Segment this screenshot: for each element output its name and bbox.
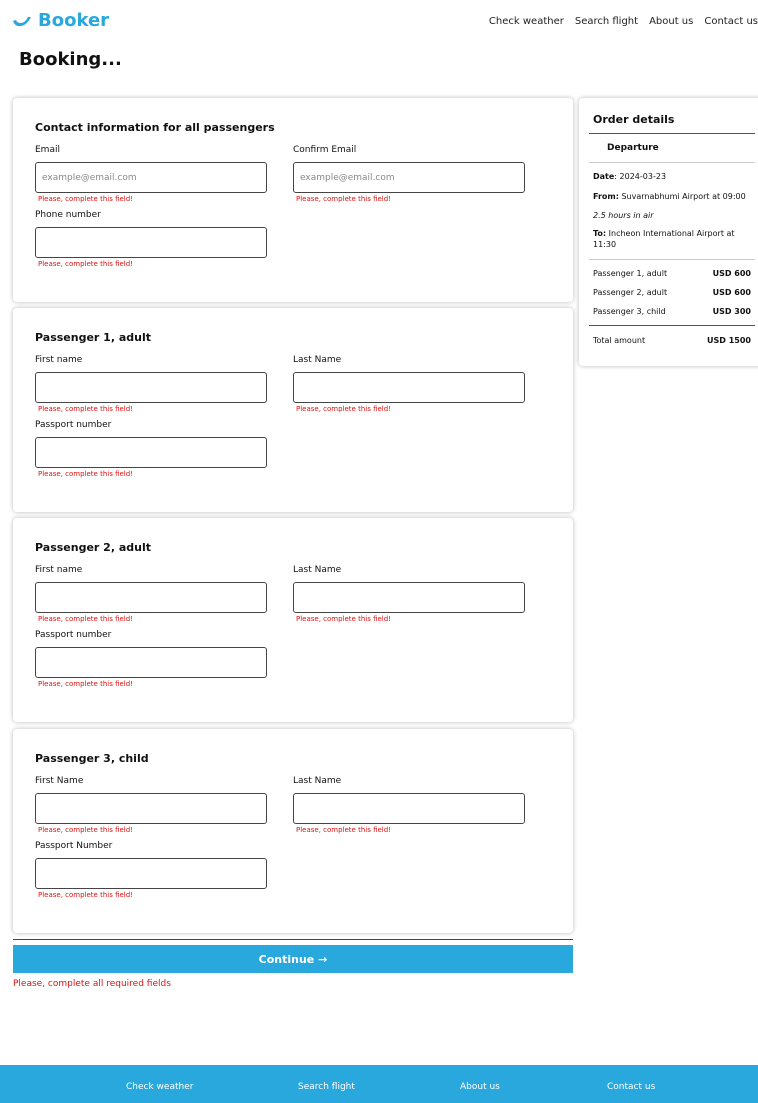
p2-first-name-field[interactable]: [35, 582, 267, 613]
nav-about-us[interactable]: About us: [649, 16, 693, 27]
email-field[interactable]: [35, 162, 267, 193]
from-value: Suvarnabhumi Airport at 09:00: [618, 192, 746, 201]
divider: [589, 162, 755, 163]
divider: [589, 133, 755, 134]
continue-button[interactable]: Continue →: [13, 945, 573, 973]
p1-last-name-error: Please, complete this field!: [296, 405, 391, 413]
footer-contact-us[interactable]: Contact us: [607, 1082, 655, 1092]
p2-first-name-label: First name: [35, 565, 83, 575]
p2-passport-field[interactable]: [35, 647, 267, 678]
p2-passport-error: Please, complete this field!: [38, 680, 133, 688]
p3-first-name-field[interactable]: [35, 793, 267, 824]
p2-last-name-error: Please, complete this field!: [296, 615, 391, 623]
email-label: Email: [35, 145, 60, 155]
footer-about-us[interactable]: About us: [460, 1082, 500, 1092]
price-row: Passenger 3, child USD 300: [593, 307, 751, 316]
total-row: Total amount USD 1500: [593, 336, 751, 345]
p3-passport-label: Passport Number: [35, 841, 113, 851]
phone-error: Please, complete this field!: [38, 260, 133, 268]
passenger-2-card: Passenger 2, adult First name Please, co…: [13, 518, 573, 722]
nav-search-flight[interactable]: Search flight: [575, 16, 638, 27]
p3-last-name-error: Please, complete this field!: [296, 826, 391, 834]
p1-passport-field[interactable]: [35, 437, 267, 468]
departure-from: From: Suvarnabhumi Airport at 09:00: [593, 191, 758, 202]
passenger-3-title: Passenger 3, child: [35, 752, 149, 765]
passenger-1-title: Passenger 1, adult: [35, 331, 151, 344]
top-nav: Check weather Search flight About us Con…: [478, 16, 758, 27]
divider: [13, 939, 573, 940]
nav-check-weather[interactable]: Check weather: [489, 16, 564, 27]
price-row: Passenger 1, adult USD 600: [593, 269, 751, 278]
page-title: Booking...: [19, 49, 122, 70]
divider: [589, 325, 755, 326]
phone-label: Phone number: [35, 210, 101, 220]
p1-first-name-error: Please, complete this field!: [38, 405, 133, 413]
passenger-2-title: Passenger 2, adult: [35, 541, 151, 554]
p1-passport-error: Please, complete this field!: [38, 470, 133, 478]
confirm-email-field[interactable]: [293, 162, 525, 193]
p1-first-name-field[interactable]: [35, 372, 267, 403]
total-amount: USD 1500: [707, 336, 751, 345]
p1-last-name-field[interactable]: [293, 372, 525, 403]
date-label: Date: [593, 172, 615, 181]
passenger-3-card: Passenger 3, child First Name Please, co…: [13, 729, 573, 933]
price-row-amount: USD 600: [712, 288, 751, 297]
email-error: Please, complete this field!: [38, 195, 133, 203]
departure-heading: Departure: [607, 143, 659, 153]
confirm-email-error: Please, complete this field!: [296, 195, 391, 203]
passenger-1-card: Passenger 1, adult First name Please, co…: [13, 308, 573, 512]
nav-contact-us[interactable]: Contact us: [704, 16, 758, 27]
p2-last-name-label: Last Name: [293, 565, 342, 575]
logo-text: Booker: [38, 10, 110, 31]
p3-passport-field[interactable]: [35, 858, 267, 889]
header: Booker Check weather Search flight About…: [0, 0, 758, 44]
divider: [589, 259, 755, 260]
p3-last-name-field[interactable]: [293, 793, 525, 824]
footer: Check weather Search flight About us Con…: [0, 1065, 758, 1103]
p2-first-name-error: Please, complete this field!: [38, 615, 133, 623]
from-label: From:: [593, 192, 619, 201]
price-row-amount: USD 600: [712, 269, 751, 278]
p3-passport-error: Please, complete this field!: [38, 891, 133, 899]
date-value: : 2024-03-23: [614, 172, 667, 181]
phone-field[interactable]: [35, 227, 267, 258]
form-error-message: Please, complete all required fields: [13, 979, 171, 989]
price-row-label: Passenger 2, adult: [593, 288, 668, 297]
footer-search-flight[interactable]: Search flight: [298, 1082, 355, 1092]
order-details-title: Order details: [593, 113, 675, 126]
order-details-panel: Order details Departure Date: 2024-03-23…: [579, 98, 758, 366]
price-row-label: Passenger 1, adult: [593, 269, 668, 278]
p1-passport-label: Passport number: [35, 420, 112, 430]
price-row-amount: USD 300: [712, 307, 751, 316]
p1-first-name-label: First name: [35, 355, 83, 365]
p2-passport-label: Passport number: [35, 630, 112, 640]
to-label: To:: [593, 229, 607, 238]
total-label: Total amount: [593, 336, 646, 345]
p3-first-name-label: First Name: [35, 776, 84, 786]
p3-last-name-label: Last Name: [293, 776, 342, 786]
footer-check-weather[interactable]: Check weather: [126, 1082, 193, 1092]
price-row-label: Passenger 3, child: [593, 307, 666, 316]
contact-card: Contact information for all passengers E…: [13, 98, 573, 302]
plane-logo-icon: [13, 16, 31, 26]
p2-last-name-field[interactable]: [293, 582, 525, 613]
p3-first-name-error: Please, complete this field!: [38, 826, 133, 834]
price-row: Passenger 2, adult USD 600: [593, 288, 751, 297]
p1-last-name-label: Last Name: [293, 355, 342, 365]
logo[interactable]: Booker: [12, 10, 109, 31]
confirm-email-label: Confirm Email: [293, 145, 357, 155]
to-value: Incheon International Airport at 11:30: [593, 229, 735, 249]
departure-date: Date: 2024-03-23: [593, 171, 758, 182]
contact-card-title: Contact information for all passengers: [35, 121, 275, 134]
flight-duration: 2.5 hours in air: [593, 211, 654, 220]
departure-to: To: Incheon International Airport at 11:…: [593, 228, 758, 250]
